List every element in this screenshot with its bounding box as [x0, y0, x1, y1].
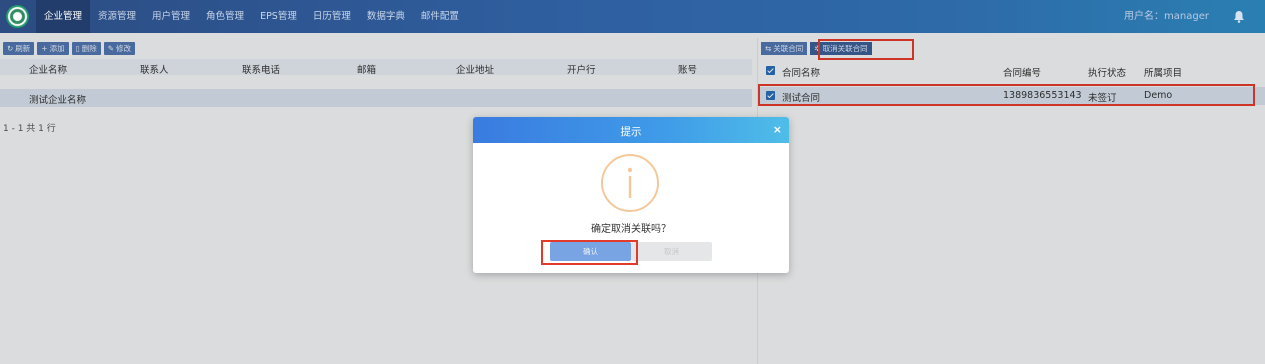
bell-icon[interactable]	[1233, 10, 1245, 23]
app-logo	[6, 5, 29, 28]
top-navigation-bar: 企业管理 资源管理 用户管理 角色管理 EPS管理 日历管理 数据字典 邮件配置…	[0, 0, 1265, 33]
nav-enterprise[interactable]: 企业管理	[36, 0, 91, 33]
nav-users[interactable]: 用户管理	[144, 0, 198, 33]
close-icon[interactable]: ×	[773, 123, 782, 136]
main-nav: 企业管理 资源管理 用户管理 角色管理 EPS管理 日历管理 数据字典 邮件配置	[36, 0, 467, 33]
nav-calendar[interactable]: 日历管理	[305, 0, 359, 33]
dialog-header: 提示 ×	[473, 117, 789, 143]
nav-eps[interactable]: EPS管理	[252, 0, 305, 33]
dialog-title: 提示	[620, 126, 642, 138]
highlight-confirm-button	[541, 240, 638, 265]
dialog-message: 确定取消关联吗？	[591, 224, 671, 235]
nav-roles[interactable]: 角色管理	[198, 0, 252, 33]
username-label[interactable]: 用户名：manager	[1124, 0, 1209, 33]
cancel-button[interactable]: 取消	[631, 242, 712, 261]
nav-mail-config[interactable]: 邮件配置	[413, 0, 467, 33]
nav-resource[interactable]: 资源管理	[90, 0, 144, 33]
nav-dictionary[interactable]: 数据字典	[359, 0, 413, 33]
info-icon	[601, 154, 659, 212]
